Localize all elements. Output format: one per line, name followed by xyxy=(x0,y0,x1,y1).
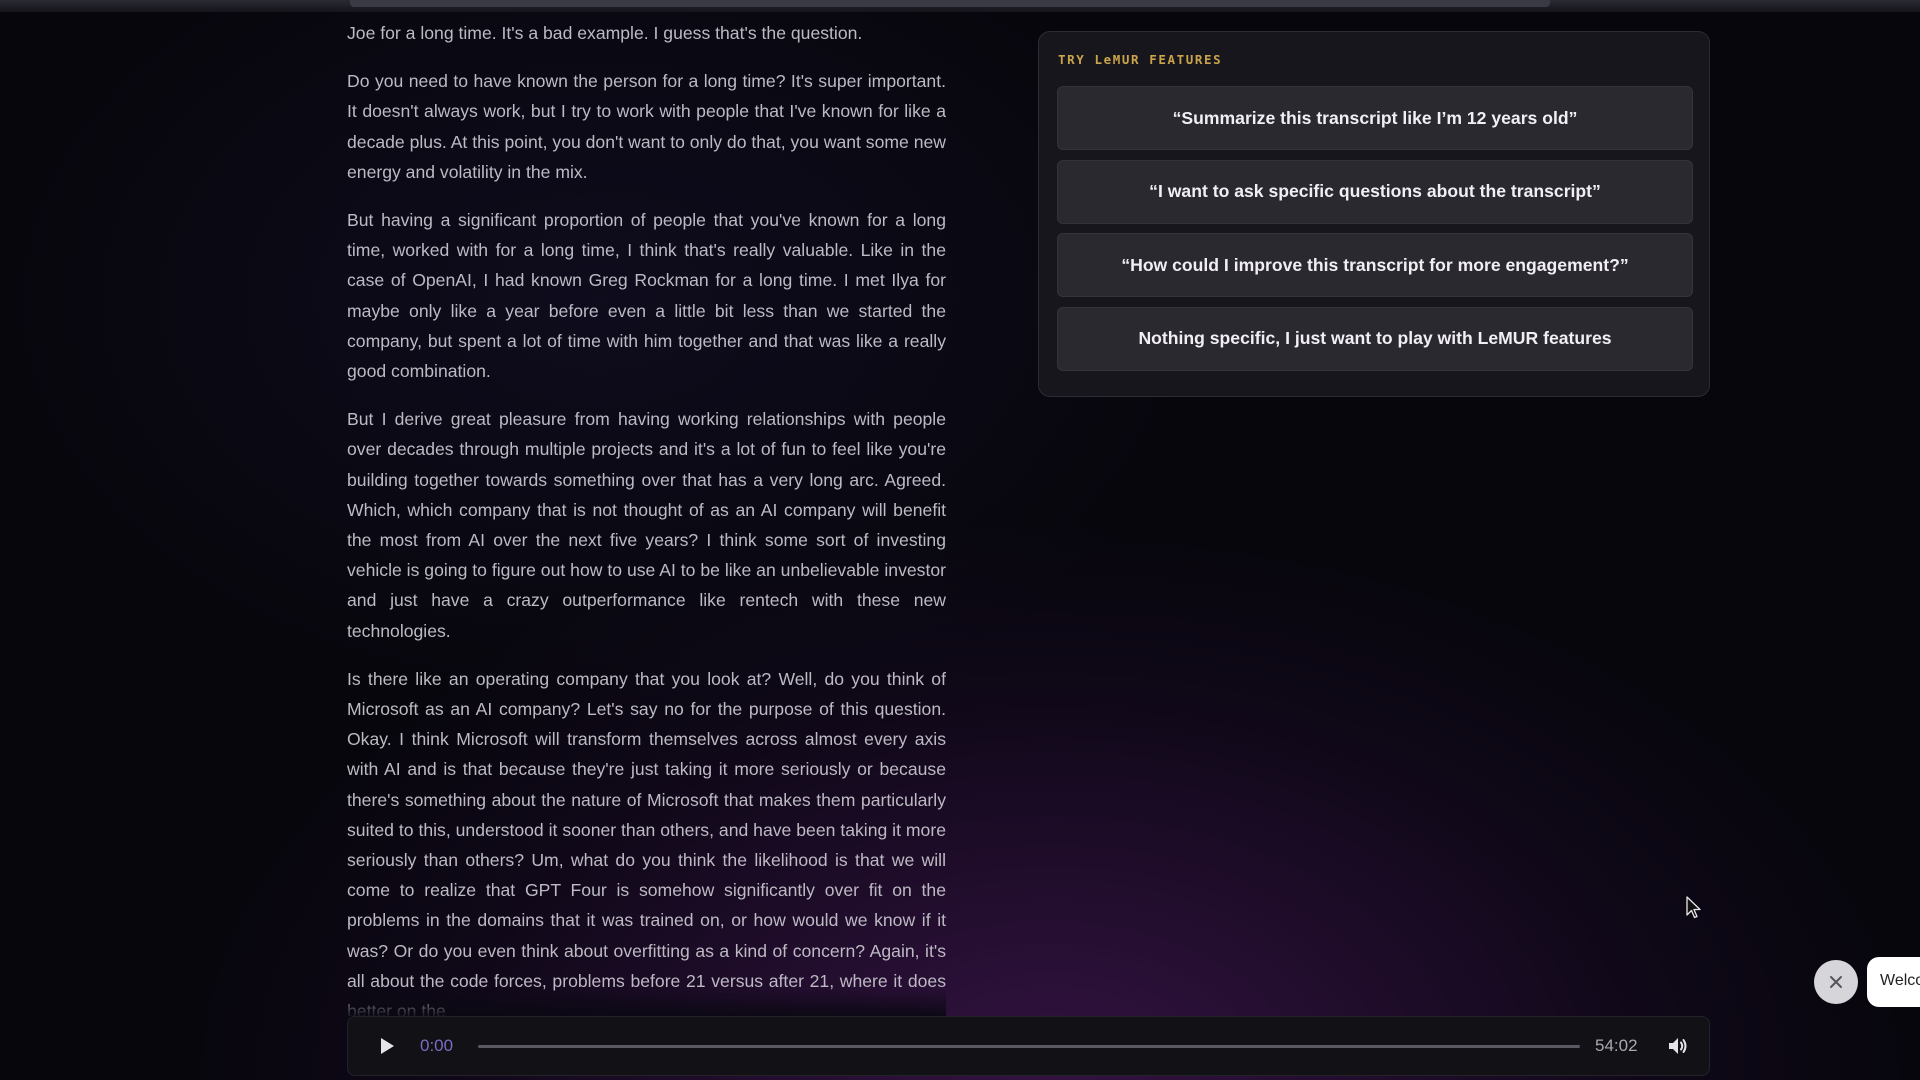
transcript-fade xyxy=(347,988,946,1016)
lemur-panel-title: TRY LeMUR FEATURES xyxy=(1058,52,1223,67)
chat-welcome-bubble[interactable]: Welcome xyxy=(1867,957,1920,1007)
total-time: 54:02 xyxy=(1595,1036,1638,1055)
transcript-paragraph: But having a significant proportion of p… xyxy=(347,210,946,382)
transcript-paragraph: Do you need to have known the person for… xyxy=(347,71,946,182)
audio-player: 0:00 54:02 xyxy=(347,1016,1710,1076)
transcript-paragraph: Joe for a long time. It's a bad example.… xyxy=(347,23,863,43)
transcript-panel: Joe for a long time. It's a bad example.… xyxy=(347,18,946,1016)
play-button[interactable] xyxy=(374,1033,400,1059)
lemur-option-ask-questions[interactable]: “I want to ask specific questions about … xyxy=(1057,159,1693,224)
current-time: 0:00 xyxy=(420,1036,454,1055)
progress-track[interactable] xyxy=(478,1044,1580,1048)
transcript-paragraph: Is there like an operating company that … xyxy=(347,668,946,1016)
lemur-option-play[interactable]: Nothing specific, I just want to play wi… xyxy=(1057,306,1693,371)
lemur-features-panel: TRY LeMUR FEATURES “Summarize this trans… xyxy=(1038,31,1710,397)
close-icon xyxy=(1830,976,1842,988)
browser-top-strip xyxy=(0,0,1920,12)
browser-bar xyxy=(350,0,1550,7)
mouse-cursor-icon xyxy=(1686,896,1701,919)
volume-button[interactable] xyxy=(1665,1033,1691,1059)
volume-icon xyxy=(1669,1038,1687,1054)
app-stage: Joe for a long time. It's a bad example.… xyxy=(0,0,1920,1080)
play-icon xyxy=(381,1038,394,1054)
chat-close-button[interactable] xyxy=(1814,960,1858,1004)
lemur-option-summarize[interactable]: “Summarize this transcript like I’m 12 y… xyxy=(1057,86,1693,150)
transcript-paragraph: But I derive great pleasure from having … xyxy=(347,409,946,641)
lemur-option-improve-engagement[interactable]: “How could I improve this transcript for… xyxy=(1057,233,1693,297)
